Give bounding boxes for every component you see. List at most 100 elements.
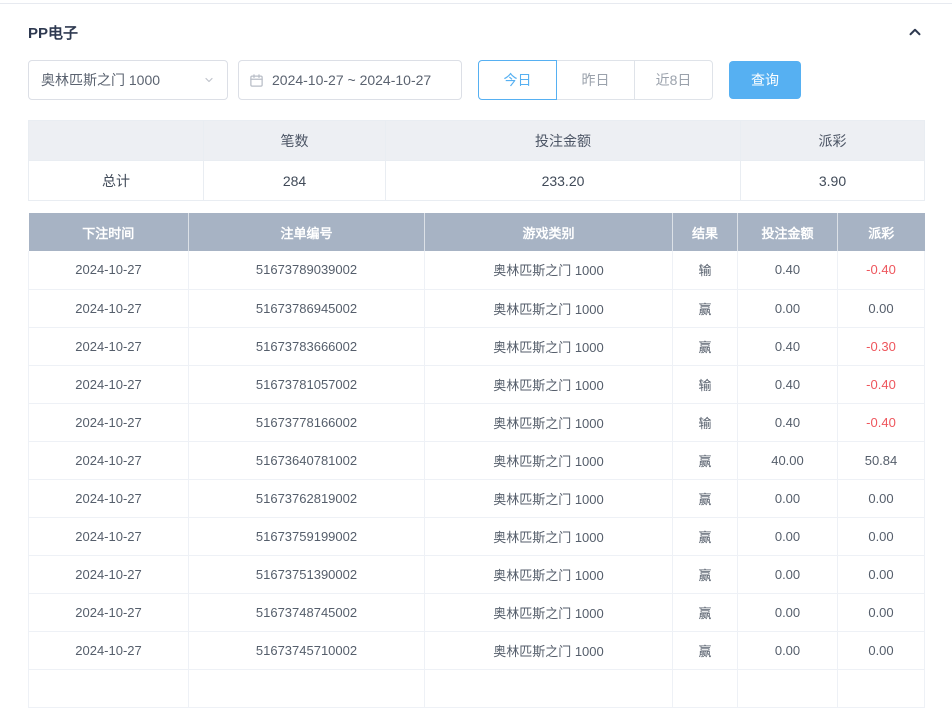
bet-id-cell: 51673640781002 bbox=[188, 441, 425, 480]
date-range-input[interactable]: 2024-10-27 ~ 2024-10-27 bbox=[238, 60, 462, 100]
table-row: 2024-10-27 51673789039002 奥林匹斯之门 1000 输 … bbox=[28, 251, 925, 290]
collapse-button[interactable] bbox=[906, 23, 924, 41]
result-cell: 输 bbox=[672, 365, 738, 404]
result-cell: 赢 bbox=[672, 517, 738, 556]
header-result: 结果 bbox=[672, 213, 738, 251]
payout-cell: 0.00 bbox=[837, 289, 925, 328]
header-payout: 派彩 bbox=[837, 213, 925, 251]
game-type-cell: 奥林匹斯之门 1000 bbox=[424, 289, 673, 328]
bet-amount-cell: 0.00 bbox=[737, 289, 838, 328]
payout-cell: 0.00 bbox=[837, 631, 925, 670]
payout-cell: -0.30 bbox=[837, 327, 925, 366]
bet-time-cell: 2024-10-27 bbox=[28, 555, 189, 594]
bet-amount-cell: 0.00 bbox=[737, 479, 838, 518]
game-type-cell: 奥林匹斯之门 1000 bbox=[424, 327, 673, 366]
bet-amount-cell: 0.00 bbox=[737, 517, 838, 556]
table-row: 2024-10-27 51673781057002 奥林匹斯之门 1000 输 … bbox=[28, 365, 925, 404]
bet-id-cell: 51673789039002 bbox=[188, 251, 425, 290]
bet-id-cell: 51673759199002 bbox=[188, 517, 425, 556]
payout-cell: 0.00 bbox=[837, 479, 925, 518]
game-type-cell: 奥林匹斯之门 1000 bbox=[424, 403, 673, 442]
game-type-cell: 奥林匹斯之门 1000 bbox=[424, 365, 673, 404]
bet-time-cell: 2024-10-27 bbox=[28, 403, 189, 442]
table-row: 2024-10-27 51673748745002 奥林匹斯之门 1000 赢 … bbox=[28, 593, 925, 632]
quick-range-last8days-button[interactable]: 近8日 bbox=[634, 60, 713, 100]
result-cell: 赢 bbox=[672, 631, 738, 670]
bet-table-body: 2024-10-27 51673789039002 奥林匹斯之门 1000 输 … bbox=[28, 251, 925, 670]
table-row: 2024-10-27 51673751390002 奥林匹斯之门 1000 赢 … bbox=[28, 555, 925, 594]
bet-table-header-row: 下注时间 注单编号 游戏类别 结果 投注金额 派彩 bbox=[28, 213, 925, 251]
summary-table: 笔数 投注金额 派彩 总计 284 233.20 3.90 bbox=[28, 120, 925, 201]
chevron-down-icon bbox=[203, 74, 215, 86]
bet-amount-cell: 0.40 bbox=[737, 365, 838, 404]
quick-range-today-button[interactable]: 今日 bbox=[478, 60, 557, 100]
bet-id-cell: 51673786945002 bbox=[188, 289, 425, 328]
game-type-cell: 奥林匹斯之门 1000 bbox=[424, 593, 673, 632]
table-row: 2024-10-27 51673640781002 奥林匹斯之门 1000 赢 … bbox=[28, 441, 925, 480]
result-cell: 输 bbox=[672, 403, 738, 442]
quick-range-group: 今日 昨日 近8日 bbox=[478, 60, 713, 100]
panel-header: PP电子 bbox=[28, 4, 924, 60]
payout-cell: 0.00 bbox=[837, 555, 925, 594]
game-type-cell: 奥林匹斯之门 1000 bbox=[424, 631, 673, 670]
bet-time-cell: 2024-10-27 bbox=[28, 479, 189, 518]
result-cell: 赢 bbox=[672, 555, 738, 594]
query-button[interactable]: 查询 bbox=[729, 61, 801, 99]
bet-table: 下注时间 注单编号 游戏类别 结果 投注金额 派彩 2024-10-27 516… bbox=[28, 213, 925, 708]
payout-cell: -0.40 bbox=[837, 403, 925, 442]
payout-cell: -0.40 bbox=[837, 251, 925, 290]
bet-amount-cell: 0.40 bbox=[737, 403, 838, 442]
bet-time-cell: 2024-10-27 bbox=[28, 327, 189, 366]
bet-amount-cell: 0.00 bbox=[737, 555, 838, 594]
result-cell: 赢 bbox=[672, 479, 738, 518]
table-row: 2024-10-27 51673786945002 奥林匹斯之门 1000 赢 … bbox=[28, 289, 925, 328]
summary-header-count: 笔数 bbox=[203, 120, 386, 161]
bet-time-cell: 2024-10-27 bbox=[28, 517, 189, 556]
payout-cell: 0.00 bbox=[837, 593, 925, 632]
summary-header-bet-amount: 投注金额 bbox=[385, 120, 741, 161]
quick-range-yesterday-button[interactable]: 昨日 bbox=[556, 60, 635, 100]
filter-bar: 奥林匹斯之门 1000 2024-10-27 ~ 2024-10-27 今日 昨… bbox=[28, 60, 924, 100]
bet-amount-cell: 0.40 bbox=[737, 327, 838, 366]
bet-id-cell: 51673751390002 bbox=[188, 555, 425, 594]
calendar-icon bbox=[249, 73, 264, 88]
total-payout-cell: 3.90 bbox=[740, 160, 925, 201]
game-type-cell: 奥林匹斯之门 1000 bbox=[424, 555, 673, 594]
bet-time-cell: 2024-10-27 bbox=[28, 593, 189, 632]
result-cell: 赢 bbox=[672, 327, 738, 366]
total-label-cell: 总计 bbox=[28, 160, 204, 201]
bet-time-cell: 2024-10-27 bbox=[28, 251, 189, 290]
bet-amount-cell: 0.00 bbox=[737, 631, 838, 670]
game-type-cell: 奥林匹斯之门 1000 bbox=[424, 517, 673, 556]
bet-id-cell: 51673762819002 bbox=[188, 479, 425, 518]
bet-time-cell: 2024-10-27 bbox=[28, 441, 189, 480]
bet-time-cell: 2024-10-27 bbox=[28, 289, 189, 328]
page: PP电子 奥林匹斯之门 1000 2024-10-27 ~ 2024-10-27… bbox=[0, 4, 952, 708]
summary-total-row: 总计 284 233.20 3.90 bbox=[28, 160, 925, 201]
bet-time-cell: 2024-10-27 bbox=[28, 631, 189, 670]
game-select-value: 奥林匹斯之门 1000 bbox=[41, 72, 161, 88]
summary-header-payout: 派彩 bbox=[740, 120, 925, 161]
date-range-value: 2024-10-27 ~ 2024-10-27 bbox=[272, 72, 432, 88]
table-row: 2024-10-27 51673783666002 奥林匹斯之门 1000 赢 … bbox=[28, 327, 925, 366]
table-row: 2024-10-27 51673762819002 奥林匹斯之门 1000 赢 … bbox=[28, 479, 925, 518]
total-count-cell: 284 bbox=[203, 160, 386, 201]
total-bet-amount-cell: 233.20 bbox=[385, 160, 741, 201]
page-title: PP电子 bbox=[28, 24, 79, 42]
result-cell: 赢 bbox=[672, 289, 738, 328]
table-row: 2024-10-27 51673778166002 奥林匹斯之门 1000 输 … bbox=[28, 403, 925, 442]
bet-amount-cell: 0.00 bbox=[737, 593, 838, 632]
partial-row bbox=[28, 669, 925, 708]
summary-header-empty bbox=[28, 120, 204, 161]
chevron-up-icon bbox=[906, 23, 924, 41]
game-select[interactable]: 奥林匹斯之门 1000 bbox=[28, 60, 228, 100]
bet-id-cell: 51673781057002 bbox=[188, 365, 425, 404]
game-type-cell: 奥林匹斯之门 1000 bbox=[424, 479, 673, 518]
game-type-cell: 奥林匹斯之门 1000 bbox=[424, 251, 673, 290]
payout-cell: -0.40 bbox=[837, 365, 925, 404]
header-bet-id: 注单编号 bbox=[188, 213, 425, 251]
bet-amount-cell: 40.00 bbox=[737, 441, 838, 480]
result-cell: 赢 bbox=[672, 593, 738, 632]
table-row: 2024-10-27 51673759199002 奥林匹斯之门 1000 赢 … bbox=[28, 517, 925, 556]
bet-id-cell: 51673778166002 bbox=[188, 403, 425, 442]
